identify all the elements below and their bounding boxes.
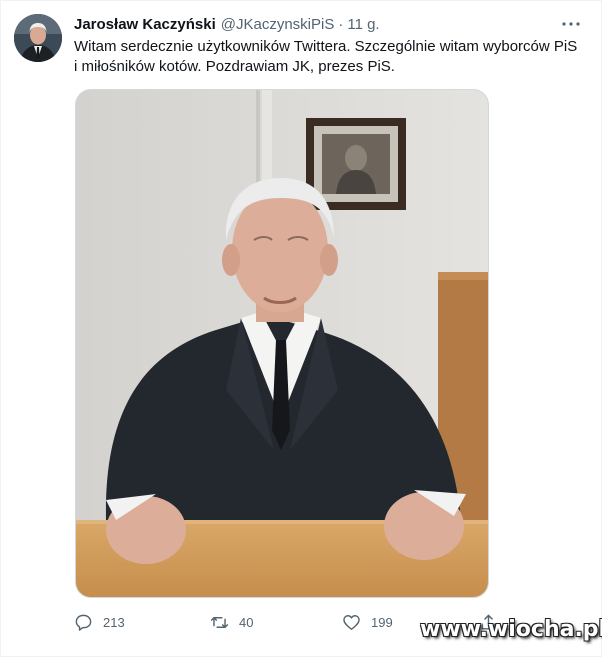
tweet-header: Jarosław Kaczyński @JKaczynskiPiS · 11 g…	[74, 14, 380, 34]
tweet-card[interactable]: Jarosław Kaczyński @JKaczynskiPiS · 11 g…	[0, 0, 602, 657]
tweet-text: Witam serdecznie użytkowników Twittera. …	[74, 38, 578, 75]
like-count: 199	[371, 614, 393, 630]
reply-icon	[75, 614, 92, 631]
tweet-media-image[interactable]	[75, 89, 489, 598]
retweet-icon	[210, 616, 229, 628]
reply-count: 213	[103, 614, 125, 630]
retweet-button[interactable]: 40	[210, 610, 253, 634]
more-dots-icon[interactable]	[559, 13, 583, 35]
author-handle[interactable]: @JKaczynskiPiS	[221, 16, 335, 33]
like-icon	[343, 614, 360, 630]
watermark: www.wiocha.pl	[420, 617, 602, 642]
reply-button[interactable]: 213	[74, 610, 125, 634]
retweet-count: 40	[239, 614, 254, 630]
tweet-timestamp[interactable]: 11 g.	[347, 16, 379, 33]
author-name[interactable]: Jarosław Kaczyński	[74, 16, 216, 33]
separator-dot: ·	[338, 15, 344, 33]
avatar[interactable]	[14, 14, 62, 62]
like-button[interactable]: 199	[342, 610, 393, 634]
